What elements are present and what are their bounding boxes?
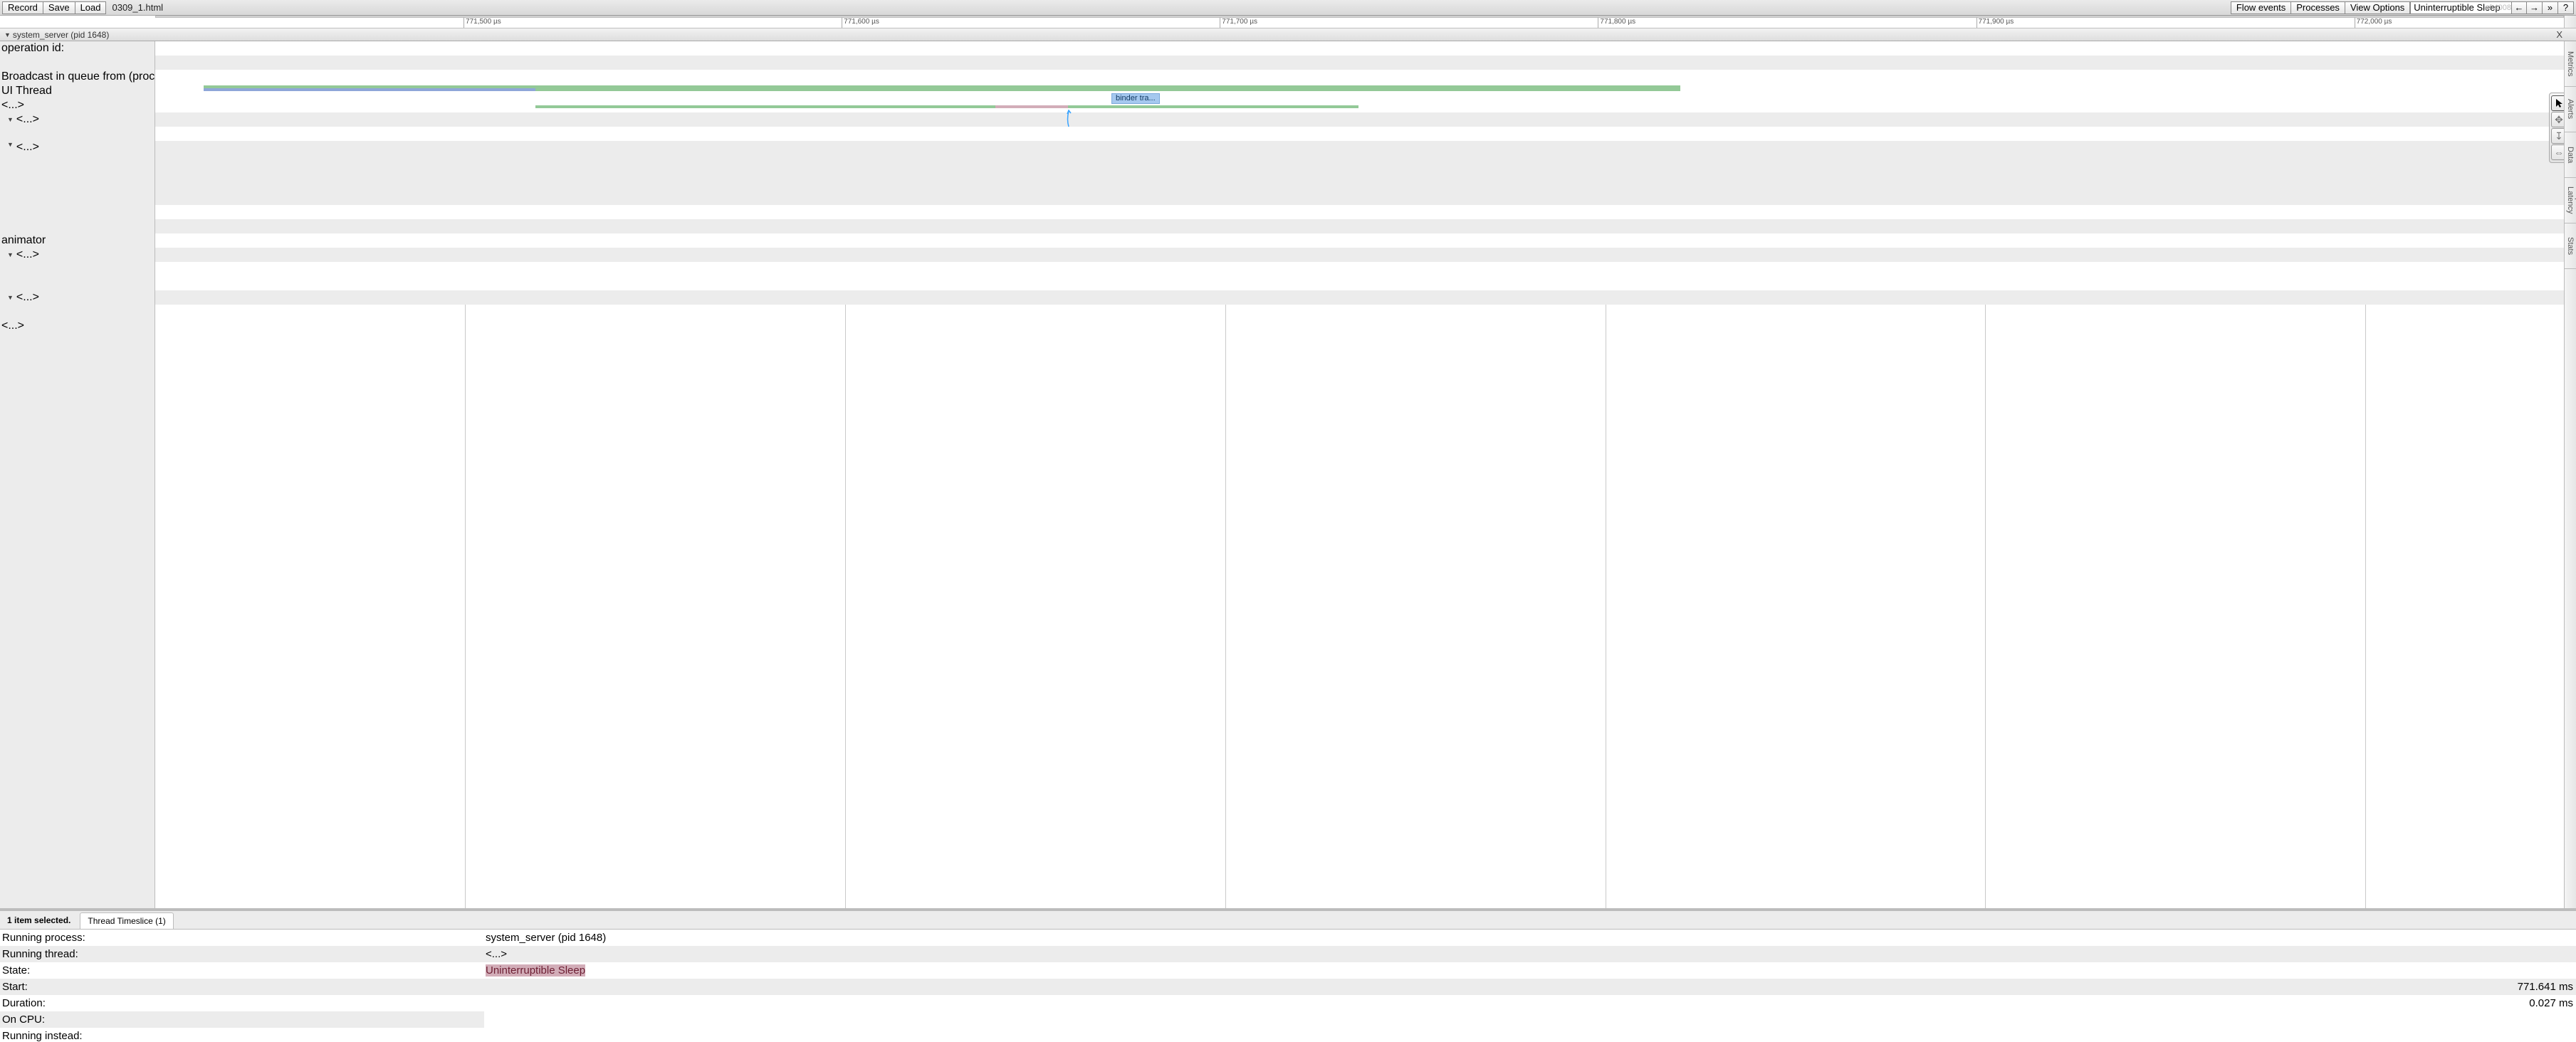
detail-row: Start:771.641 ms — [0, 979, 2576, 995]
track-sidebar: operation id: Broadcast in queue from (pr… — [0, 41, 155, 908]
detail-key: Start: — [0, 981, 484, 993]
side-tab[interactable]: Frame Data — [2565, 132, 2576, 178]
binder-slice[interactable]: binder tra... — [1111, 93, 1160, 104]
detail-key: Duration: — [0, 997, 484, 1009]
close-icon[interactable]: X — [2556, 29, 2562, 40]
sidebar-row: <...> — [0, 319, 155, 333]
detail-key: Running instead: — [0, 1030, 484, 1042]
top-toolbar: Record Save Load 0309_1.html Flow events… — [0, 0, 2576, 16]
detail-key: Running process: — [0, 932, 484, 944]
help-button[interactable]: ? — [2558, 1, 2574, 14]
nav-next-button[interactable]: → — [2527, 1, 2543, 14]
ruler-tick: 771,900 µs — [1976, 18, 2014, 28]
sidebar-row-label: Broadcast in queue from (proces — [1, 70, 155, 83]
detail-row: Duration:0.027 ms — [0, 995, 2576, 1011]
sidebar-row: animator — [0, 233, 155, 248]
sidebar-row[interactable]: ▼<...> — [0, 248, 155, 262]
sidebar-row-label: <...> — [16, 248, 39, 261]
main-area: operation id: Broadcast in queue from (pr… — [0, 41, 2576, 908]
sidebar-row — [0, 205, 155, 219]
ruler-tick: 771,800 µs — [1598, 18, 1635, 28]
details-tabstrip: 1 item selected. Thread Timeslice (1) — [0, 911, 2576, 930]
detail-key: State: — [0, 964, 484, 977]
detail-value: 0.027 ms — [484, 997, 2576, 1009]
right-side-tabs: MetricsAlertsFrame DataInput LatencyFile… — [2564, 41, 2576, 908]
side-tab[interactable]: Alerts — [2565, 87, 2576, 132]
sidebar-row-label: <...> — [16, 291, 39, 304]
timeline-ruler[interactable]: 771,500 µs 771,600 µs 771,700 µs 771,800 µs… — [0, 16, 2576, 28]
side-tab[interactable]: Metrics — [2565, 41, 2576, 87]
sidebar-row[interactable]: ▼<...> — [0, 112, 155, 127]
trace-bar-lower-green2[interactable] — [1068, 105, 1358, 108]
detail-value: Uninterruptible Sleep — [484, 964, 2576, 977]
filename-label: 0309_1.html — [112, 2, 163, 13]
flow-events-button[interactable]: Flow events — [2231, 1, 2291, 14]
chevron-down-icon: ▼ — [7, 116, 14, 123]
tab-thread-timeslice[interactable]: Thread Timeslice (1) — [80, 912, 173, 929]
save-button[interactable]: Save — [43, 1, 75, 14]
record-button[interactable]: Record — [2, 1, 43, 14]
side-tab[interactable]: File Size Stats — [2565, 223, 2576, 269]
ruler-tick: 771,600 µs — [842, 18, 879, 28]
flow-arrow — [1068, 110, 1069, 125]
processes-button[interactable]: Processes — [2291, 1, 2345, 14]
sidebar-row — [0, 56, 155, 70]
chevron-down-icon: ▼ — [7, 251, 14, 258]
detail-row: Running process:system_server (pid 1648) — [0, 930, 2576, 946]
sidebar-row-label: <...> — [16, 113, 39, 126]
sidebar-row: operation id: — [0, 41, 155, 56]
detail-key: On CPU: — [0, 1014, 483, 1026]
sidebar-row — [0, 276, 155, 290]
nav-prev-button[interactable]: ← — [2511, 1, 2527, 14]
trace-bar-green2[interactable] — [535, 88, 1680, 91]
detail-value: 771.641 ms — [484, 981, 2576, 993]
search-input[interactable] — [2410, 1, 2517, 14]
side-tab[interactable]: Input Latency — [2565, 178, 2576, 223]
sidebar-row: UI Thread — [0, 84, 155, 98]
nav-all-button[interactable]: » — [2543, 1, 2558, 14]
details-panel: 1 item selected. Thread Timeslice (1) Ru… — [0, 908, 2576, 1042]
chevron-down-icon: ▼ — [7, 141, 14, 148]
sidebar-row — [0, 127, 155, 141]
sidebar-row-label: <...> — [1, 320, 24, 332]
sidebar-row[interactable]: ▼<...> — [0, 141, 155, 205]
sidebar-row-label: animator — [1, 234, 46, 247]
trace-bar-blue[interactable] — [204, 88, 535, 91]
sidebar-row-label: <...> — [1, 99, 24, 112]
process-name: system_server (pid 1648) — [13, 30, 109, 40]
sidebar-row-label: operation id: — [1, 42, 64, 55]
sidebar-row[interactable]: ▼<...> — [0, 290, 155, 305]
trace-bar-pink[interactable] — [995, 105, 1068, 108]
sidebar-row — [0, 219, 155, 233]
chevron-down-icon: ▼ — [7, 294, 14, 301]
tracks-canvas[interactable]: binder tra... ✥ ↧ ⇔ — [155, 41, 2576, 908]
detail-value: system_server (pid 1648) — [484, 932, 2576, 944]
detail-row: Running instead: — [0, 1028, 2576, 1042]
process-header[interactable]: ▼ system_server (pid 1648) X — [0, 28, 2576, 41]
ruler-tick: 771,500 µs — [464, 18, 501, 28]
sidebar-row — [0, 262, 155, 276]
chevron-down-icon: ▼ — [4, 31, 11, 38]
detail-value: <...> — [484, 948, 2576, 960]
detail-key: Running thread: — [0, 948, 484, 960]
trace-bar-lower-green[interactable] — [535, 105, 995, 108]
load-button[interactable]: Load — [75, 1, 107, 14]
selection-count-label: 1 item selected. — [0, 912, 78, 929]
sidebar-row-label: <...> — [16, 141, 39, 154]
detail-row: Running thread:<...> — [0, 946, 2576, 962]
detail-row: On CPU: — [0, 1011, 484, 1028]
sidebar-row — [0, 305, 155, 319]
ruler-tick: 771,700 µs — [1220, 18, 1257, 28]
sidebar-row-label: UI Thread — [1, 85, 52, 98]
view-options-button[interactable]: View Options — [2345, 1, 2410, 14]
sidebar-row: Broadcast in queue from (proces — [0, 70, 155, 84]
sidebar-row: <...> — [0, 98, 155, 112]
detail-row: State:Uninterruptible Sleep — [0, 962, 2576, 979]
ruler-tick: 772,000 µs — [2355, 18, 2392, 28]
